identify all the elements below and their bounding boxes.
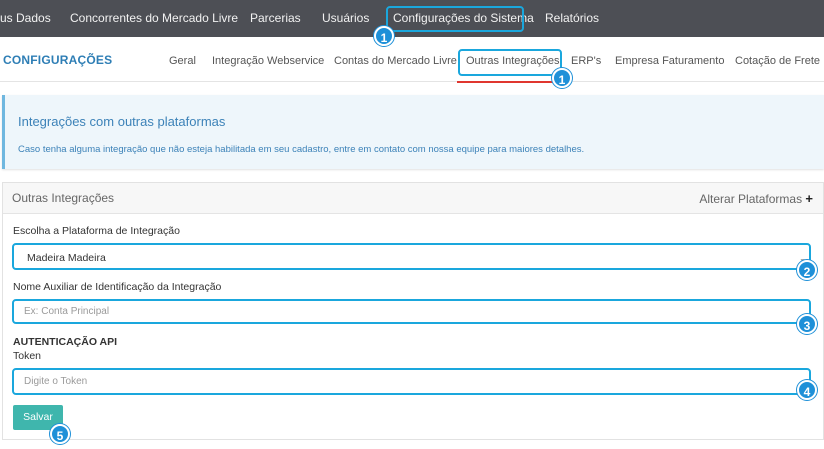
platform-label: Escolha a Plataforma de Integração — [13, 225, 180, 237]
platform-select[interactable]: Madeira Madeira ▼ — [12, 243, 811, 270]
highlight-outras-integracoes — [458, 49, 562, 76]
panel-header: Outras Integrações Alterar Plataformas + — [3, 183, 823, 214]
platform-select-value: Madeira Madeira — [27, 252, 106, 264]
active-tab-indicator — [457, 81, 563, 83]
tab-empresa-faturamento[interactable]: Empresa Faturamento — [615, 55, 724, 67]
settings-subnav: CONFIGURAÇÕES Geral Integração Webservic… — [0, 38, 824, 82]
tab-geral[interactable]: Geral — [169, 55, 196, 67]
step-badge-2: 2 — [797, 260, 817, 280]
step-badge-1-tab: 1 — [552, 68, 572, 88]
step-badge-5: 5 — [50, 424, 70, 444]
change-platforms-link[interactable]: Alterar Plataformas + — [699, 191, 813, 206]
panel-title: Outras Integrações — [12, 191, 115, 205]
alias-input[interactable] — [14, 301, 809, 322]
highlight-configuracoes — [386, 6, 524, 32]
token-label: Token — [13, 350, 42, 362]
info-callout: Integrações com outras plataformas Caso … — [2, 95, 824, 169]
step-badge-3: 3 — [797, 314, 817, 334]
tab-integracao-webservice[interactable]: Integração Webservice — [212, 55, 324, 67]
plus-icon: + — [805, 191, 813, 206]
nav-item-dados[interactable]: us Dados — [0, 0, 51, 37]
tab-contas-mercado-livre[interactable]: Contas do Mercado Livre — [334, 55, 457, 67]
step-badge-1-nav: 1 — [374, 26, 394, 46]
alias-field-wrapper — [12, 299, 811, 324]
token-input[interactable] — [14, 370, 809, 393]
info-text: Caso tenha alguma integração que não est… — [18, 144, 585, 155]
nav-item-concorrentes[interactable]: Concorrentes do Mercado Livre — [70, 0, 238, 37]
page-title: CONFIGURAÇÕES — [3, 53, 113, 67]
alias-label: Nome Auxiliar de Identificação da Integr… — [13, 281, 222, 293]
nav-item-usuarios[interactable]: Usuários — [322, 0, 369, 37]
tab-cotacao-frete[interactable]: Cotação de Frete — [735, 55, 820, 67]
nav-item-relatorios[interactable]: Relatórios — [545, 0, 599, 37]
token-field-wrapper — [12, 368, 811, 395]
tab-erps[interactable]: ERP's — [571, 55, 601, 67]
change-platforms-label: Alterar Plataformas — [699, 192, 803, 206]
info-title: Integrações com outras plataformas — [18, 114, 226, 129]
auth-api-heading: AUTENTICAÇÃO API — [13, 336, 118, 348]
nav-item-parcerias[interactable]: Parcerias — [250, 0, 301, 37]
step-badge-4: 4 — [797, 380, 817, 400]
